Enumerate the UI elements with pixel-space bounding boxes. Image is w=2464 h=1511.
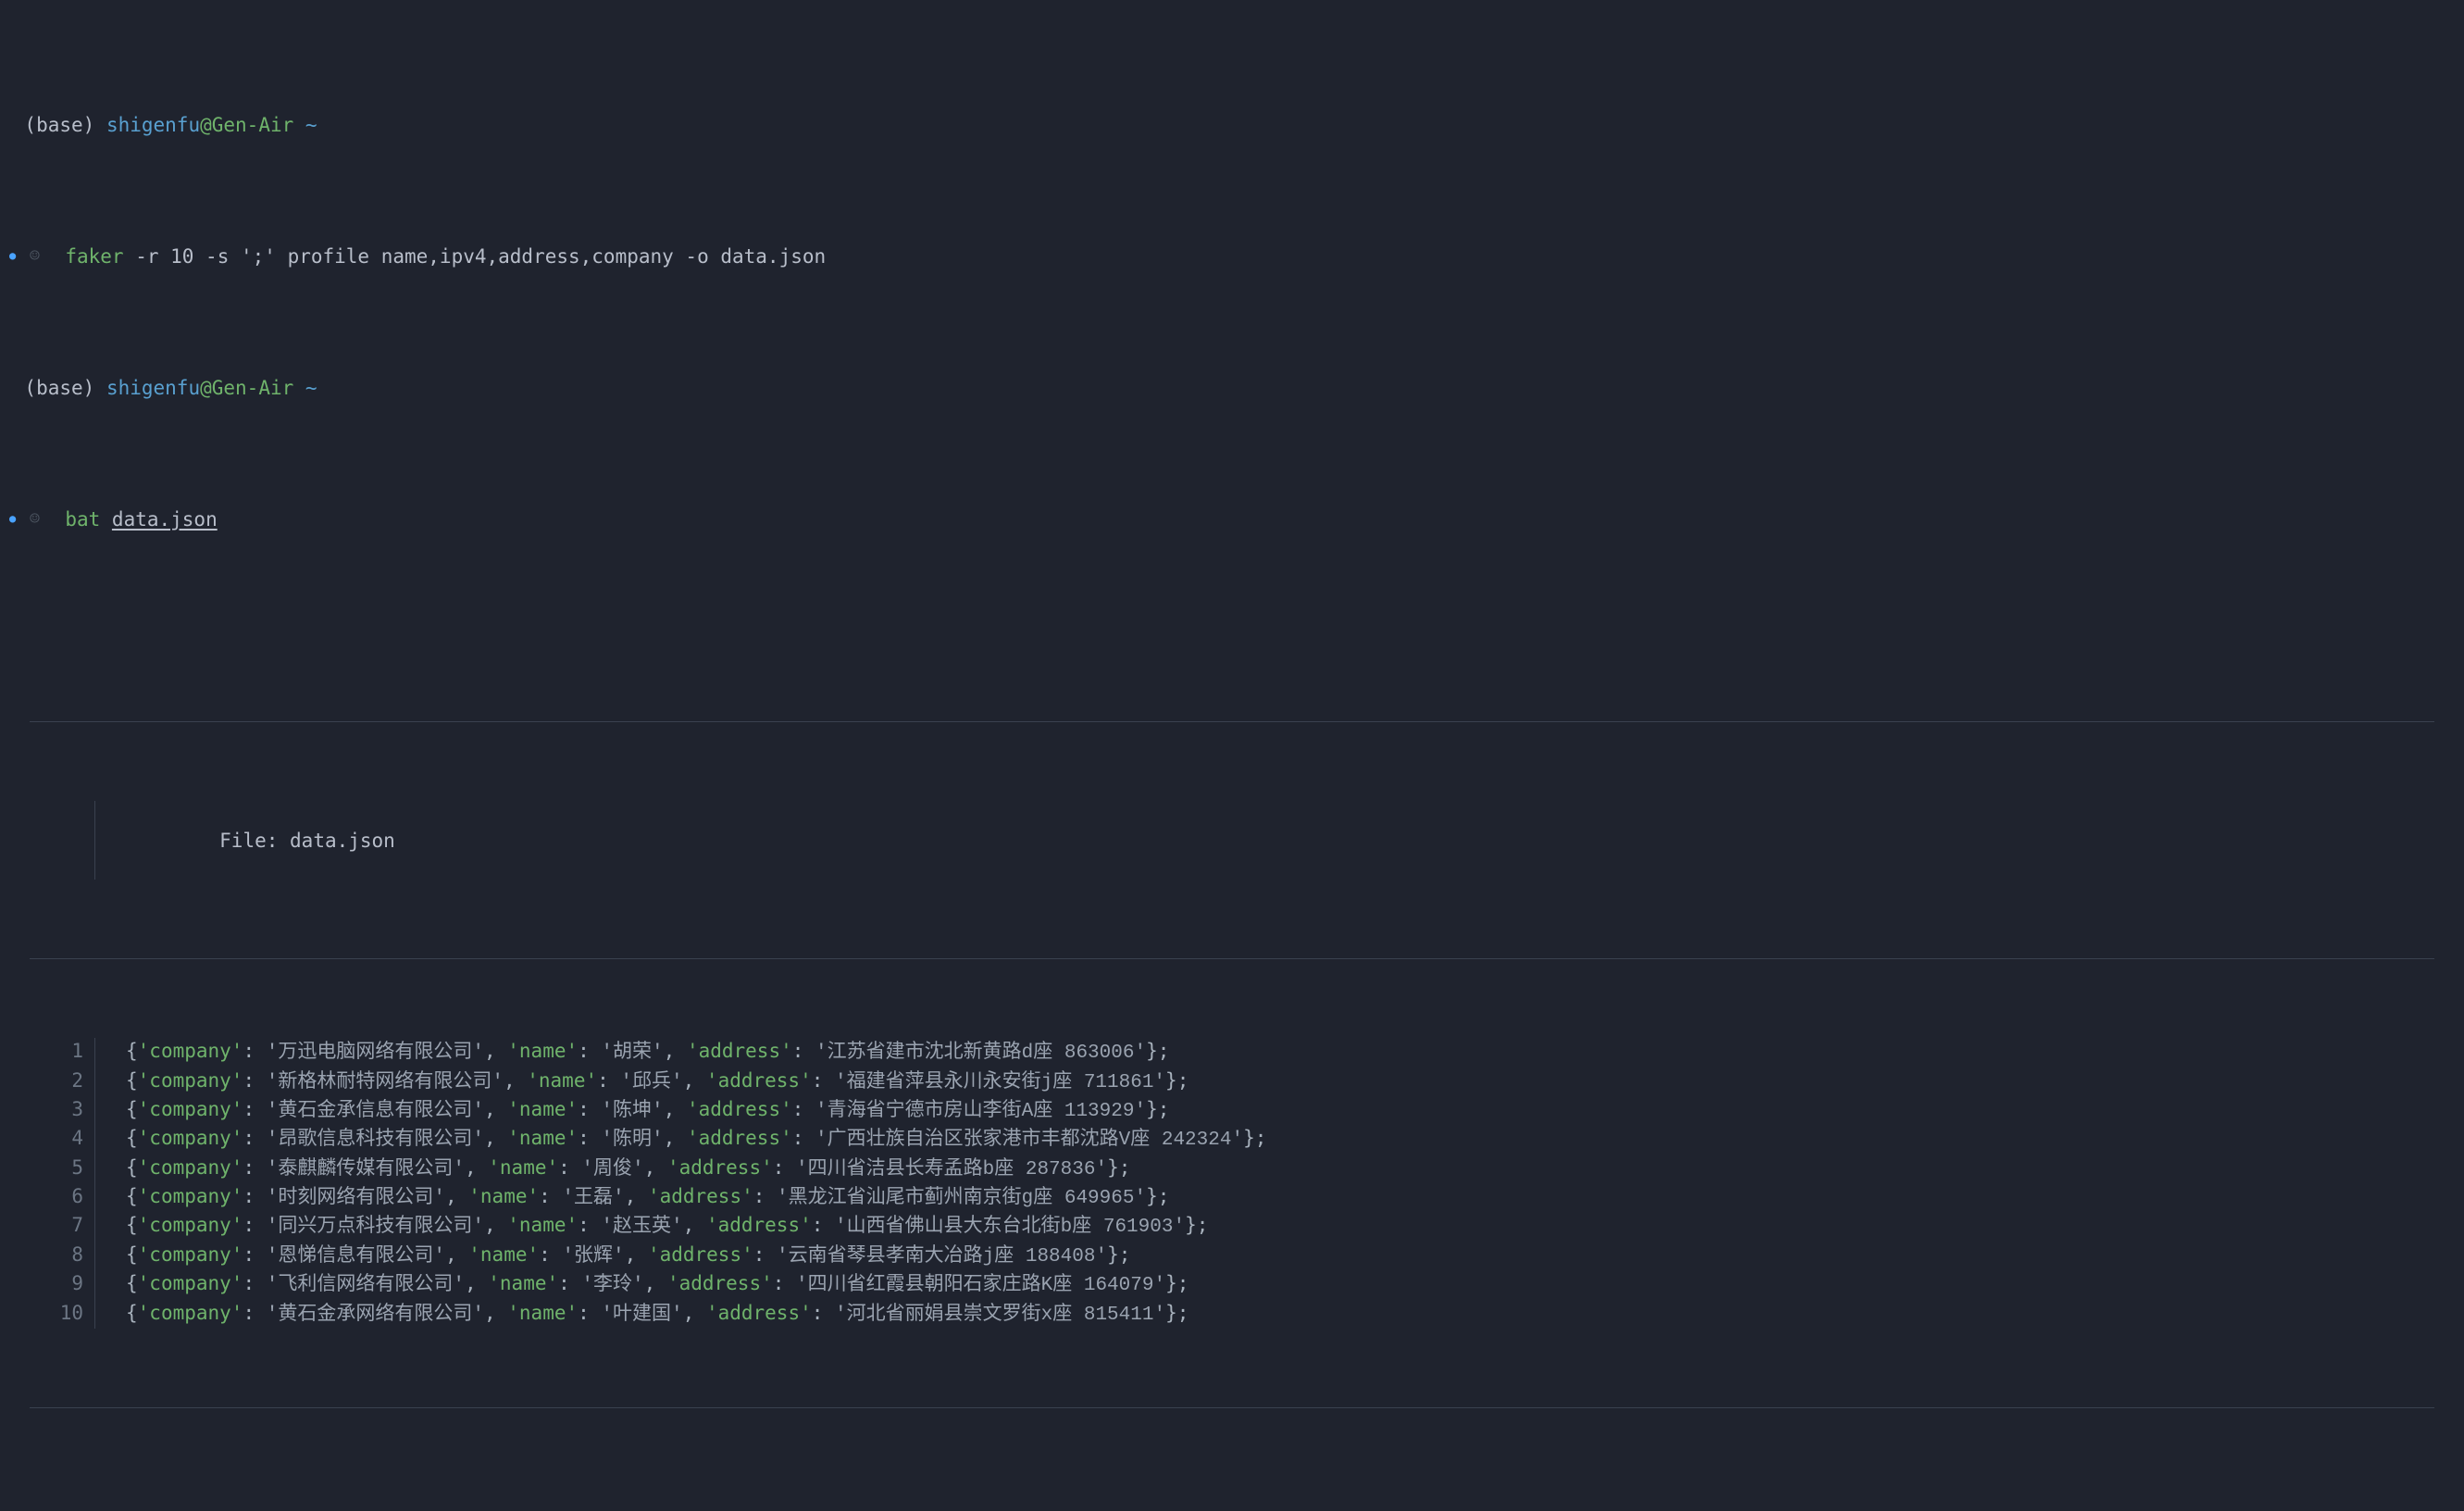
bat-row: 3 {'company': '黄石金承信息有限公司', 'name': '陈坤',… <box>30 1096 2434 1125</box>
bat-divider <box>94 801 117 880</box>
status-dot-icon: ● <box>9 248 16 263</box>
bat-row: 4 {'company': '昂歌信息科技有限公司', 'name': '陈明',… <box>30 1125 2434 1154</box>
line-number: 2 <box>30 1068 94 1096</box>
bat-divider <box>94 1183 117 1212</box>
line-number: 8 <box>30 1242 94 1270</box>
prompt-line: (base) shigenfu @ Gen-Air ~ <box>9 112 2455 138</box>
line-number: 1 <box>30 1038 94 1067</box>
bat-row: 10 {'company': '黄石金承网络有限公司', 'name': '叶建国… <box>30 1300 2434 1329</box>
bat-file-label: File: data.json <box>117 801 2434 880</box>
bat-code-line: {'company': '飞利信网络有限公司', 'name': '李玲', '… <box>117 1270 2434 1299</box>
bat-code-line: {'company': '昂歌信息科技有限公司', 'name': '陈明', … <box>117 1125 2434 1154</box>
bat-code-line: {'company': '新格林耐特网络有限公司', 'name': '邱兵',… <box>117 1068 2434 1096</box>
bat-code-line: {'company': '万迅电脑网络有限公司', 'name': '胡荣', … <box>117 1038 2434 1067</box>
bat-code-line: {'company': '同兴万点科技有限公司', 'name': '赵玉英',… <box>117 1212 2434 1241</box>
line-number: 9 <box>30 1270 94 1299</box>
prompt-host: Gen-Air <box>212 112 294 138</box>
line-number: 3 <box>30 1096 94 1125</box>
bat-rule-bottom <box>30 1407 2434 1408</box>
bat-divider <box>94 1068 117 1096</box>
bat-rule-mid <box>30 958 2434 959</box>
bat-code-line: {'company': '泰麒麟传媒有限公司', 'name': '周俊', '… <box>117 1155 2434 1183</box>
command-name: faker <box>65 244 123 269</box>
bat-row: 7 {'company': '同兴万点科技有限公司', 'name': '赵玉英'… <box>30 1212 2434 1241</box>
bat-header: File: data.json <box>30 801 2434 880</box>
bat-divider <box>94 1300 117 1329</box>
command-line: ● ☺ bat data.json <box>9 506 2455 532</box>
bat-divider <box>94 1125 117 1154</box>
line-number: 5 <box>30 1155 94 1183</box>
prompt-user: shigenfu <box>106 375 200 401</box>
line-number: 4 <box>30 1125 94 1154</box>
bat-divider <box>94 1155 117 1183</box>
prompt-host: Gen-Air <box>212 375 294 401</box>
command-arg-file: data.json <box>112 506 218 532</box>
bat-row: 9 {'company': '飞利信网络有限公司', 'name': '李玲', … <box>30 1270 2434 1299</box>
bat-row: 6 {'company': '时刻网络有限公司', 'name': '王磊', '… <box>30 1183 2434 1212</box>
bat-divider <box>94 1242 117 1270</box>
bat-code-line: {'company': '黄石金承信息有限公司', 'name': '陈坤', … <box>117 1096 2434 1125</box>
command-line: ● ☺ faker -r 10 -s ';' profile name,ipv4… <box>9 244 2455 269</box>
prompt-line: (base) shigenfu @ Gen-Air ~ <box>9 375 2455 401</box>
conda-env: (base) <box>24 375 94 401</box>
bat-row: 5 {'company': '泰麒麟传媒有限公司', 'name': '周俊', … <box>30 1155 2434 1183</box>
bat-divider <box>94 1096 117 1125</box>
at-symbol: @ <box>200 375 212 401</box>
terminal[interactable]: (base) shigenfu @ Gen-Air ~ ● ☺ faker -r… <box>0 0 2464 1511</box>
prompt-cwd: ~ <box>305 112 317 138</box>
line-number: 7 <box>30 1212 94 1241</box>
prompt-cwd: ~ <box>305 375 317 401</box>
bat-divider <box>94 1212 117 1241</box>
smiley-icon: ☺ <box>28 245 42 268</box>
bat-gutter <box>30 801 94 880</box>
at-symbol: @ <box>200 112 212 138</box>
bat-row: 1 {'company': '万迅电脑网络有限公司', 'name': '胡荣',… <box>30 1038 2434 1067</box>
bat-row: 2 {'company': '新格林耐特网络有限公司', 'name': '邱兵'… <box>30 1068 2434 1096</box>
line-number: 10 <box>30 1300 94 1329</box>
smiley-icon: ☺ <box>28 508 42 531</box>
bat-rule-top <box>30 721 2434 722</box>
bat-code-line: {'company': '时刻网络有限公司', 'name': '王磊', 'a… <box>117 1183 2434 1212</box>
bat-output: File: data.json 1 {'company': '万迅电脑网络有限公司… <box>30 643 2434 1487</box>
command-args: -r 10 -s ';' profile name,ipv4,address,c… <box>135 244 826 269</box>
command-name: bat <box>65 506 100 532</box>
bat-code-line: {'company': '恩悌信息有限公司', 'name': '张辉', 'a… <box>117 1242 2434 1270</box>
bat-divider <box>94 1038 117 1067</box>
bat-divider <box>94 1270 117 1299</box>
status-dot-icon: ● <box>9 511 16 526</box>
prompt-user: shigenfu <box>106 112 200 138</box>
line-number: 6 <box>30 1183 94 1212</box>
bat-row: 8 {'company': '恩悌信息有限公司', 'name': '张辉', '… <box>30 1242 2434 1270</box>
bat-code-line: {'company': '黄石金承网络有限公司', 'name': '叶建国',… <box>117 1300 2434 1329</box>
conda-env: (base) <box>24 112 94 138</box>
